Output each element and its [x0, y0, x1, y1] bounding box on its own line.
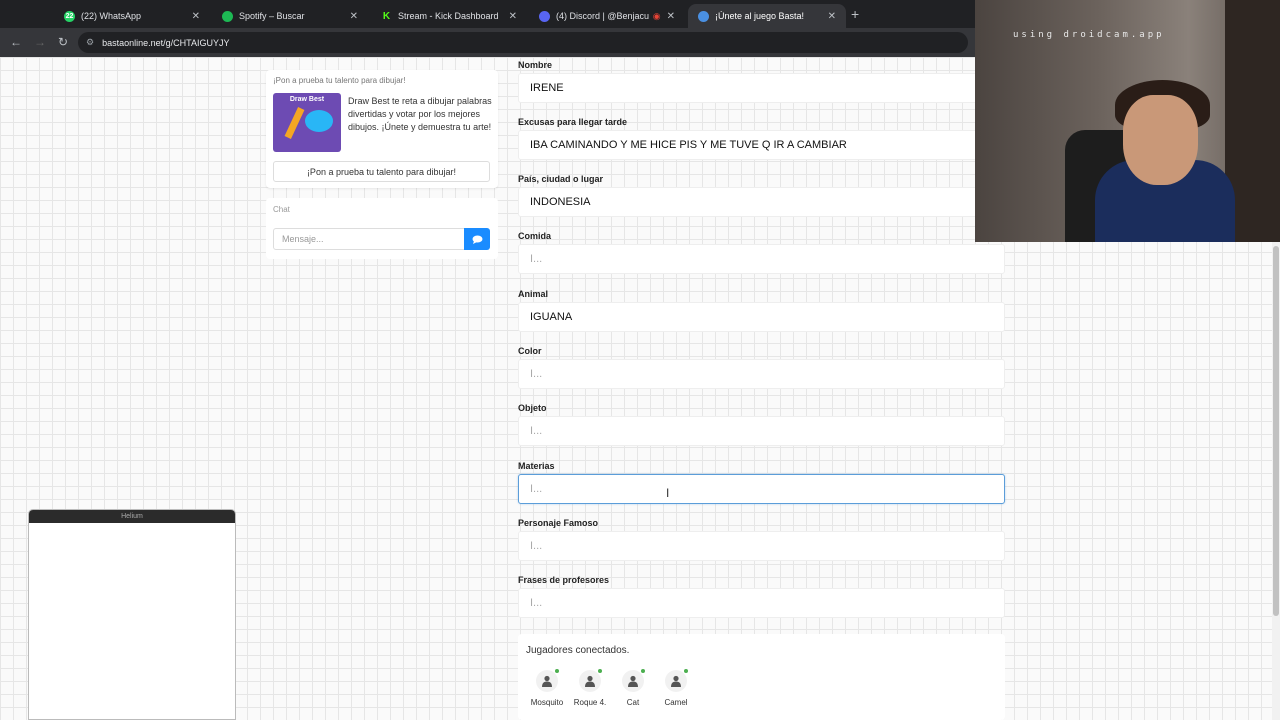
online-indicator — [555, 669, 559, 673]
objeto-input[interactable]: I... — [518, 416, 1005, 446]
kick-icon: K — [382, 10, 391, 22]
webcam-overlay: using droidcam.app — [975, 0, 1280, 242]
close-tab-icon[interactable]: ✕ — [509, 11, 517, 22]
new-tab-button[interactable]: + — [851, 6, 859, 22]
online-indicator — [684, 669, 688, 673]
forward-arrow-icon[interactable]: → — [34, 35, 46, 49]
streamer-face — [1123, 95, 1198, 185]
address-bar[interactable]: ⚙ bastaonline.net/g/CHTAIGUYJY — [78, 32, 968, 53]
tab-discord[interactable]: (4) Discord | @Benjacum ◉ ✕ — [529, 4, 685, 28]
frases-profesores-input[interactable]: I... — [518, 588, 1005, 618]
text-cursor-icon: I — [666, 486, 670, 500]
chat-bubble-icon — [472, 235, 482, 244]
player-item[interactable]: Mosquito — [527, 669, 567, 707]
back-arrow-icon[interactable]: ← — [10, 35, 22, 49]
materias-input[interactable]: I... — [518, 474, 1005, 504]
promo-button[interactable]: ¡Pon a prueba tu talento para dibujar! — [273, 161, 490, 182]
tab-whatsapp[interactable]: 22 (22) WhatsApp ✕ — [54, 4, 210, 28]
tab-spotify[interactable]: Spotify – Buscar ✕ — [212, 4, 368, 28]
promo-title: ¡Pon a prueba tu talento para dibujar! — [273, 76, 406, 85]
draw-best-image[interactable]: Draw Best — [273, 93, 341, 152]
online-indicator — [641, 669, 645, 673]
user-icon — [622, 669, 645, 692]
player-item[interactable]: Roque 4. — [570, 669, 610, 707]
scrollbar-thumb[interactable] — [1273, 246, 1279, 616]
close-tab-icon[interactable]: ✕ — [192, 11, 200, 22]
tab-strip: 22 (22) WhatsApp ✕ Spotify – Buscar ✕ K … — [0, 0, 975, 28]
player-item[interactable]: Cat — [613, 669, 653, 707]
close-tab-icon[interactable]: ✕ — [350, 11, 358, 22]
comida-input[interactable]: I... — [518, 244, 1005, 274]
reload-icon[interactable]: ↻ — [58, 35, 68, 49]
nombre-input[interactable]: IRENE — [518, 73, 1005, 103]
user-icon — [536, 669, 559, 692]
tab-kick[interactable]: K Stream - Kick Dashboard ✕ — [371, 4, 527, 28]
connected-players-panel: Jugadores conectados. Mosquito Roque 4. … — [518, 634, 1005, 720]
browser-toolbar: ← → ↻ ⚙ bastaonline.net/g/CHTAIGUYJY — [0, 28, 975, 57]
discord-icon — [539, 10, 550, 22]
basta-icon — [698, 10, 709, 22]
close-tab-icon[interactable]: ✕ — [667, 11, 675, 22]
player-item[interactable]: Camel — [656, 669, 696, 707]
helium-window[interactable]: Helium — [28, 509, 236, 720]
personaje-famoso-input[interactable]: I... — [518, 531, 1005, 561]
whatsapp-icon: 22 — [64, 10, 75, 22]
recording-icon: ◉ — [652, 10, 661, 21]
helium-titlebar[interactable]: Helium — [29, 510, 235, 523]
color-input[interactable]: I... — [518, 359, 1005, 389]
promo-card: ¡Pon a prueba tu talento para dibujar! D… — [266, 70, 498, 188]
animal-input[interactable]: IGUANA — [518, 302, 1005, 332]
chat-message-input[interactable]: Mensaje... — [273, 228, 465, 250]
players-title: Jugadores conectados. — [526, 645, 630, 656]
user-icon — [665, 669, 688, 692]
user-icon — [579, 669, 602, 692]
tab-basta[interactable]: ¡Únete al juego Basta! ✕ — [688, 4, 846, 28]
chat-panel: Chat Mensaje... — [266, 198, 498, 259]
online-indicator — [598, 669, 602, 673]
site-info-icon[interactable]: ⚙ — [86, 37, 94, 48]
pais-input[interactable]: INDONESIA — [518, 187, 1005, 217]
droidcam-watermark: using droidcam.app — [1013, 30, 1165, 40]
excusas-input[interactable]: IBA CAMINANDO Y ME HICE PIS Y ME TUVE Q … — [518, 130, 1005, 160]
send-message-button[interactable] — [464, 228, 490, 250]
chat-label: Chat — [273, 205, 290, 214]
spotify-icon — [222, 10, 233, 22]
close-tab-icon[interactable]: ✕ — [828, 11, 836, 22]
promo-description: Draw Best te reta a dibujar palabras div… — [348, 96, 492, 132]
